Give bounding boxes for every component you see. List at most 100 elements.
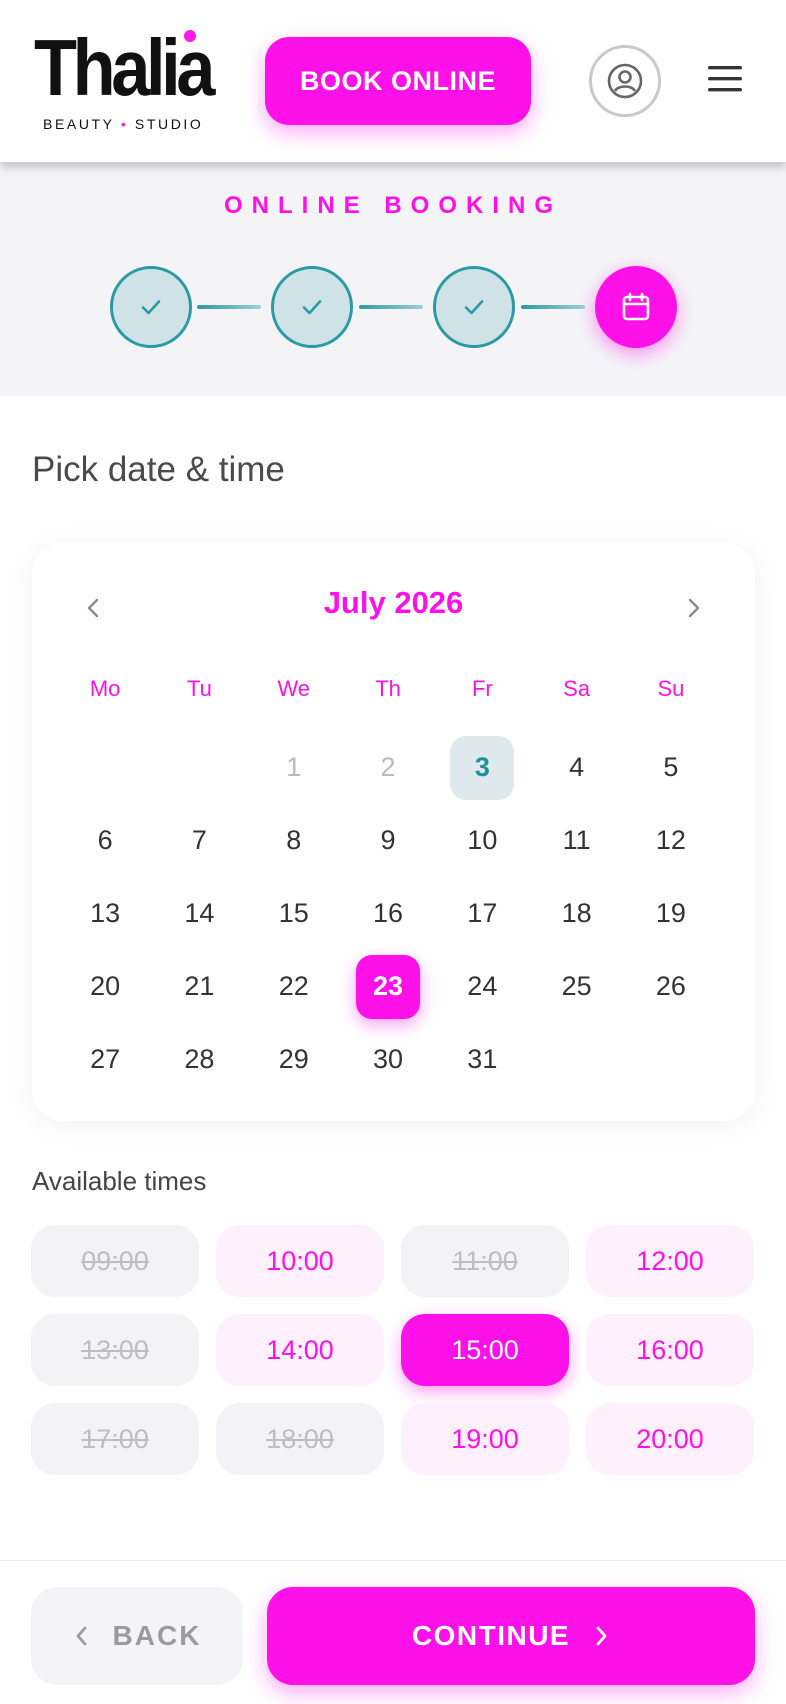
calendar-day-selected[interactable]: 23	[341, 950, 435, 1023]
calendar-day[interactable]: 8	[247, 804, 341, 877]
back-button-label: BACK	[112, 1620, 202, 1651]
weekday-header-row: Mo Tu We Th Fr Sa Su	[58, 676, 718, 702]
calendar-day-number: 3	[450, 735, 515, 800]
calendar-day-number: 7	[191, 825, 207, 855]
weekday-label: Fr	[471, 676, 493, 701]
continue-button[interactable]: CONTINUE	[267, 1587, 755, 1685]
calendar-day[interactable]: 16	[341, 877, 435, 950]
calendar-day-number: 15	[278, 898, 309, 928]
logo-tagline-dot: •	[120, 116, 129, 132]
app-header: Thalia BEAUTY • STUDIO BOOK ONLINE	[0, 0, 786, 162]
calendar-day-number: 20	[90, 971, 121, 1001]
calendar-day-number: 12	[655, 825, 686, 855]
calendar-day-number: 27	[90, 1044, 121, 1074]
chevron-right-icon	[596, 1626, 607, 1646]
calendar-day[interactable]: 17	[435, 877, 529, 950]
weekday-label: Su	[657, 676, 685, 701]
time-slot-unavailable: 13:00	[31, 1314, 199, 1386]
calendar-day-number: 2	[380, 752, 396, 782]
back-button[interactable]: BACK	[31, 1587, 243, 1685]
available-times-heading: Available times	[32, 1166, 207, 1196]
calendar-day[interactable]: 6	[58, 804, 152, 877]
calendar-day[interactable]: 19	[624, 877, 718, 950]
calendar-day[interactable]: 29	[247, 1023, 341, 1096]
calendar-day[interactable]: 21	[152, 950, 246, 1023]
logo-tagline: BEAUTY • STUDIO	[43, 116, 203, 132]
calendar-day[interactable]: 28	[152, 1023, 246, 1096]
time-slot[interactable]: 19:00	[401, 1403, 569, 1475]
date-picker-calendar: July 2026 Mo Tu We Th Fr Sa Su 1 2 3 4 5 6 7 8 9 10 11 12…	[32, 543, 755, 1121]
calendar-day-number: 4	[569, 752, 585, 782]
time-slot-unavailable: 11:00	[401, 1225, 569, 1297]
calendar-day[interactable]: 7	[152, 804, 246, 877]
calendar-day-number: 24	[467, 971, 498, 1001]
calendar-day[interactable]: 9	[341, 804, 435, 877]
thalia-logo[interactable]: Thalia BEAUTY • STUDIO	[34, 28, 215, 133]
calendar-day-number: 29	[278, 1044, 309, 1074]
calendar-day[interactable]: 15	[247, 877, 341, 950]
check-icon	[302, 300, 322, 315]
calendar-day: 1	[247, 731, 341, 804]
weekday-label: Mo	[89, 676, 121, 701]
weekday-label: Sa	[563, 676, 591, 701]
logo-tagline-right: STUDIO	[134, 116, 204, 132]
step-3-completed[interactable]	[433, 266, 515, 348]
continue-button-label: CONTINUE	[411, 1620, 571, 1651]
time-slot[interactable]: 12:00	[586, 1225, 754, 1297]
calendar-day[interactable]: 12	[624, 804, 718, 877]
hamburger-menu-icon	[708, 66, 742, 92]
calendar-day-number: 26	[655, 971, 686, 1001]
check-icon	[464, 300, 484, 315]
step-4-current[interactable]	[595, 266, 677, 348]
time-slot-selected[interactable]: 15:00	[401, 1314, 569, 1386]
calendar-day-number: 9	[380, 825, 396, 855]
calendar-day[interactable]: 25	[529, 950, 623, 1023]
calendar-day[interactable]: 4	[529, 731, 623, 804]
calendar-day: 2	[341, 731, 435, 804]
calendar-day[interactable]: 31	[435, 1023, 529, 1096]
page-title: Pick date & time	[32, 450, 285, 489]
calendar-day[interactable]: 18	[529, 877, 623, 950]
calendar-day-number: 8	[286, 825, 302, 855]
calendar-day[interactable]: 30	[341, 1023, 435, 1096]
time-slot[interactable]: 14:00	[216, 1314, 384, 1386]
calendar-day[interactable]: 26	[624, 950, 718, 1023]
calendar-day-today[interactable]: 3	[435, 731, 529, 804]
weekday-label: We	[277, 676, 311, 701]
next-month-button[interactable]	[673, 588, 713, 628]
calendar-day-number: 6	[97, 825, 113, 855]
calendar-day[interactable]: 13	[58, 877, 152, 950]
step-connector	[521, 305, 585, 309]
calendar-day-number: 14	[184, 898, 215, 928]
time-slot[interactable]: 20:00	[586, 1403, 754, 1475]
calendar-day[interactable]: 10	[435, 804, 529, 877]
calendar-day-number: 22	[278, 971, 309, 1001]
calendar-empty-cell	[152, 731, 246, 804]
booking-stepper: ONLINE BOOKING	[0, 162, 786, 396]
calendar-day[interactable]: 11	[529, 804, 623, 877]
time-slot[interactable]: 16:00	[586, 1314, 754, 1386]
logo-accent-dot	[184, 30, 196, 42]
calendar-empty-cell	[58, 731, 152, 804]
calendar-day[interactable]: 24	[435, 950, 529, 1023]
calendar-day-number: 16	[373, 898, 404, 928]
time-slot-unavailable: 18:00	[216, 1403, 384, 1475]
logo-wordmark: Thalia	[34, 23, 215, 112]
calendar-day-number: 13	[90, 898, 121, 928]
profile-button[interactable]	[589, 45, 661, 117]
calendar-day[interactable]: 22	[247, 950, 341, 1023]
calendar-day[interactable]: 20	[58, 950, 152, 1023]
time-slot[interactable]: 10:00	[216, 1225, 384, 1297]
weekday-label: Tu	[187, 676, 212, 701]
calendar-day-number: 17	[467, 898, 498, 928]
time-slot-unavailable: 17:00	[31, 1403, 199, 1475]
book-online-button[interactable]: BOOK ONLINE	[265, 37, 531, 125]
calendar-day[interactable]: 14	[152, 877, 246, 950]
menu-button[interactable]	[706, 62, 744, 96]
calendar-day-number: 11	[562, 825, 591, 855]
calendar-day[interactable]: 27	[58, 1023, 152, 1096]
step-2-completed[interactable]	[271, 266, 353, 348]
calendar-day[interactable]: 5	[624, 731, 718, 804]
calendar-day-number: 19	[655, 898, 686, 928]
step-1-completed[interactable]	[110, 266, 192, 348]
